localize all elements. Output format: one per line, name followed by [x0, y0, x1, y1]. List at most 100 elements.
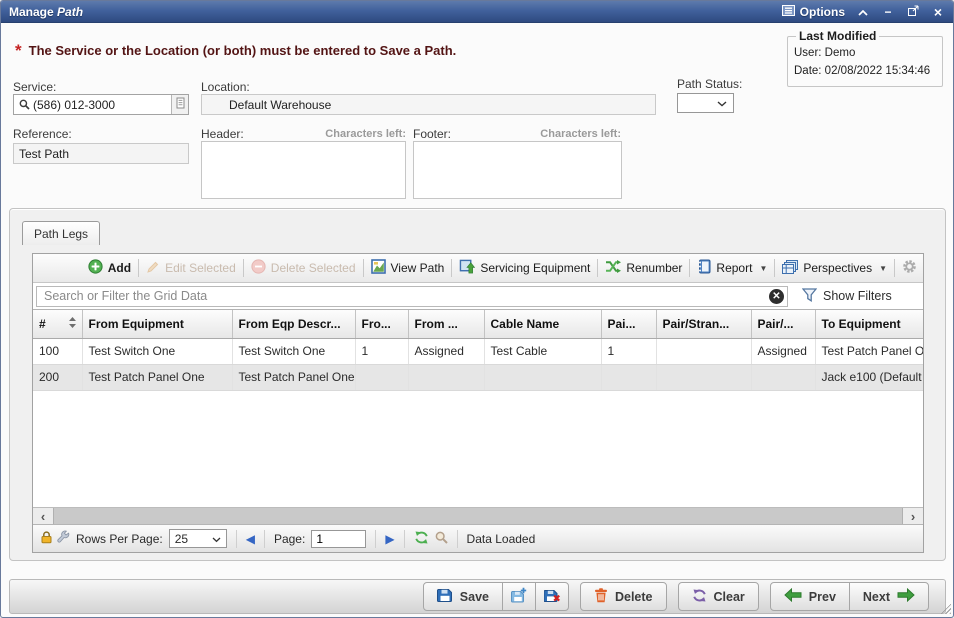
path-status-select[interactable]: [677, 93, 734, 113]
grid-pager: Rows Per Page: 25 ◀ Page: ▶ Data Loaded: [33, 524, 923, 552]
column-header-from-status[interactable]: From ...: [408, 310, 484, 338]
titlebar: Manage Path Options − ×: [1, 1, 953, 23]
rows-per-page-select[interactable]: 25: [169, 529, 227, 548]
scroll-left-icon: ‹: [41, 509, 45, 524]
column-header-label: Pair/Stran...: [663, 317, 730, 331]
required-asterisk-icon: *: [15, 41, 22, 61]
servicing-equipment-button[interactable]: Servicing Equipment: [459, 259, 590, 277]
close-button[interactable]: ×: [931, 5, 945, 19]
add-label: Add: [108, 261, 131, 275]
grid-cell[interactable]: [656, 338, 751, 364]
grid-row-100[interactable]: 100 Test Switch One Test Switch One 1 As…: [33, 338, 923, 364]
footer-textarea[interactable]: [413, 141, 622, 199]
green-arrow-right-icon: [897, 588, 915, 605]
grid-cell[interactable]: [484, 364, 601, 390]
column-header-label: From Equipment: [89, 317, 184, 331]
grid-cell[interactable]: Assigned: [751, 338, 815, 364]
clear-button[interactable]: Clear: [678, 582, 759, 611]
delete-button[interactable]: Delete: [580, 582, 667, 611]
column-header-to-equipment[interactable]: To Equipment: [815, 310, 923, 338]
service-input[interactable]: [33, 98, 171, 112]
magnifier-icon[interactable]: [435, 531, 448, 547]
view-path-button[interactable]: View Path: [371, 259, 445, 277]
previous-page-button[interactable]: ◀: [246, 532, 255, 546]
column-header-from-port[interactable]: Fro...: [355, 310, 408, 338]
options-menu-button[interactable]: Options: [782, 5, 845, 19]
grid-cell[interactable]: [656, 364, 751, 390]
grid-cell[interactable]: 100: [33, 338, 82, 364]
validation-notice: * The Service or the Location (or both) …: [15, 40, 456, 60]
service-lookup-button[interactable]: [171, 95, 188, 114]
save-and-new-button[interactable]: [502, 582, 536, 611]
column-header-number[interactable]: #: [33, 310, 82, 338]
header-textarea[interactable]: [201, 141, 406, 199]
save-and-close-button[interactable]: [535, 582, 569, 611]
column-header-from-equipment[interactable]: From Equipment: [82, 310, 232, 338]
grid-cell[interactable]: [355, 364, 408, 390]
add-button[interactable]: Add: [88, 259, 131, 277]
horizontal-scrollbar[interactable]: ‹ ›: [33, 507, 923, 524]
search-clear-button[interactable]: ✕: [769, 289, 784, 304]
grid-cell[interactable]: 1: [355, 338, 408, 364]
reference-input[interactable]: [13, 143, 189, 164]
grid-row-200[interactable]: 200 Test Patch Panel One Test Patch Pane…: [33, 364, 923, 390]
page-label: Page:: [274, 532, 305, 546]
grid-cell[interactable]: 200: [33, 364, 82, 390]
renumber-button[interactable]: Renumber: [605, 260, 682, 276]
pager-separator: [236, 530, 237, 548]
wrench-icon[interactable]: [56, 530, 70, 547]
grid-cell[interactable]: 1: [601, 338, 656, 364]
grid-cell[interactable]: Jack e100 (Default W: [815, 364, 923, 390]
report-button[interactable]: Report ▼: [697, 259, 767, 277]
column-header-pair[interactable]: Pai...: [601, 310, 656, 338]
pager-separator: [457, 530, 458, 548]
last-modified-user: User: Demo: [794, 45, 936, 63]
grid-cell[interactable]: [601, 364, 656, 390]
toolbar-separator: [138, 259, 139, 277]
lock-icon[interactable]: [40, 530, 53, 547]
grid-settings-button[interactable]: [902, 259, 917, 277]
prev-button[interactable]: Prev: [770, 582, 850, 611]
grid-cell[interactable]: Test Switch One: [82, 338, 232, 364]
perspectives-button[interactable]: Perspectives ▼: [782, 260, 887, 277]
clear-refresh-icon: [692, 588, 707, 606]
delete-label: Delete: [615, 590, 653, 604]
column-header-from-eqp-descr[interactable]: From Eqp Descr...: [232, 310, 355, 338]
column-header-pair-strand[interactable]: Pair/Stran...: [656, 310, 751, 338]
grid-cell[interactable]: Test Patch Panel One: [232, 364, 355, 390]
grid-cell[interactable]: [408, 364, 484, 390]
column-header-pair-status[interactable]: Pair/...: [751, 310, 815, 338]
page-number-input[interactable]: [311, 530, 366, 548]
scroll-left-button[interactable]: ‹: [33, 508, 53, 524]
grid-search-input[interactable]: [36, 286, 788, 307]
grid-cell[interactable]: Test Switch One: [232, 338, 355, 364]
toolbar-separator: [451, 259, 452, 277]
options-list-icon: [782, 5, 795, 19]
grid-cell[interactable]: Test Cable: [484, 338, 601, 364]
options-label: Options: [800, 5, 845, 19]
column-header-label: To Equipment: [822, 317, 901, 331]
location-field[interactable]: Default Warehouse: [201, 94, 656, 115]
scroll-right-button[interactable]: ›: [903, 508, 923, 524]
grid-cell[interactable]: Assigned: [408, 338, 484, 364]
chevron-down-icon: [717, 94, 727, 112]
grid-cell[interactable]: [751, 364, 815, 390]
collapse-button[interactable]: [856, 5, 870, 19]
save-button[interactable]: Save: [423, 582, 503, 611]
grid-cell[interactable]: Test Patch Panel One: [82, 364, 232, 390]
next-page-button[interactable]: ▶: [385, 532, 394, 546]
grid-cell[interactable]: Test Patch Panel One: [815, 338, 923, 364]
caret-down-icon: ▼: [879, 264, 887, 273]
toolbar-separator: [689, 259, 690, 277]
column-header-cable-name[interactable]: Cable Name: [484, 310, 601, 338]
maximize-button[interactable]: [906, 5, 920, 19]
service-field[interactable]: [13, 94, 189, 115]
tab-path-legs[interactable]: Path Legs: [22, 221, 100, 245]
close-icon: ×: [934, 4, 942, 20]
scrollbar-thumb[interactable]: [53, 508, 903, 524]
refresh-icon[interactable]: [414, 530, 429, 548]
show-filters-button[interactable]: Show Filters: [802, 288, 892, 305]
toolbar-separator: [774, 259, 775, 277]
next-button[interactable]: Next: [849, 582, 929, 611]
minimize-button[interactable]: −: [881, 5, 895, 19]
